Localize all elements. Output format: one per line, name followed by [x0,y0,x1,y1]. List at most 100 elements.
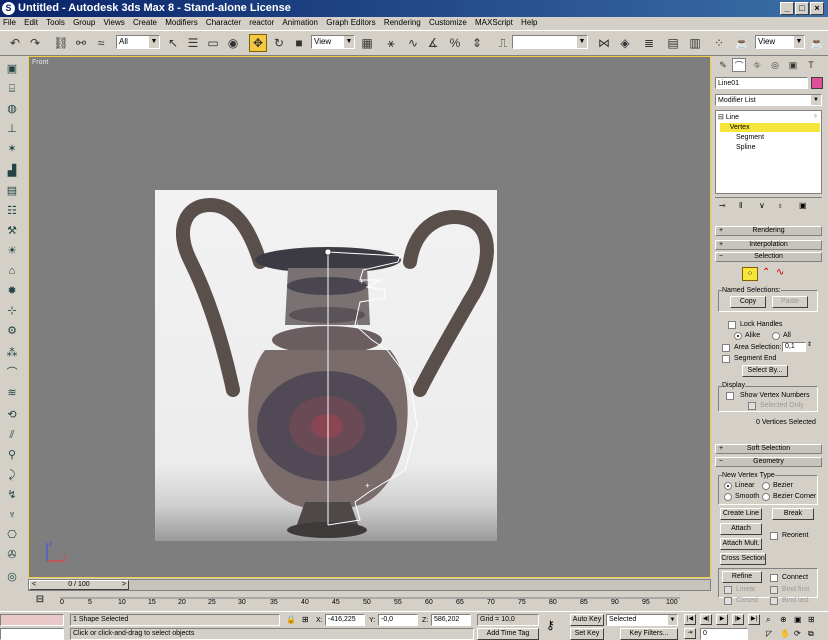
biped-icon[interactable]: ⚲ [3,447,21,463]
pin-stack-icon[interactable]: ⊸ [719,201,726,210]
menu-animation[interactable]: Animation [282,18,318,27]
time-slider[interactable]: < 0 / 100 > [29,580,129,590]
reference-coord-dropdown[interactable]: View ▼ [311,35,355,49]
spinner-icon[interactable]: ⇕ [807,341,812,350]
menu-create[interactable]: Create [133,18,157,27]
select-by-name-icon[interactable]: ☰ [184,34,202,52]
select-by-button[interactable]: Select By... [742,365,788,377]
rendering-rollout[interactable]: + Rendering [715,226,822,236]
percent-snap-icon[interactable]: % [446,34,464,52]
track-bar-menu-icon[interactable]: ⊟ [30,594,50,608]
segment-end-checkbox[interactable] [722,355,730,363]
teapot-icon[interactable]: ✶ [3,141,21,157]
menu-reactor[interactable]: reactor [249,18,274,27]
zoom-all-icon[interactable]: ⊕ [780,615,787,624]
flex-icon[interactable]: ↯ [3,487,21,503]
area-selection-value[interactable]: 0,1 [782,342,806,352]
alike-radio[interactable] [734,332,742,340]
select-and-manipulate-icon[interactable]: ⚹ [382,34,400,52]
box-icon[interactable]: ▣ [3,61,21,77]
front-viewport[interactable]: Front + + + + + z x [28,56,711,578]
named-selection-dropdown[interactable]: ▼ [512,35,588,49]
snap-toggle-icon[interactable]: ∿ [404,34,422,52]
select-and-move-icon[interactable]: ✥ [249,34,267,52]
lock-selection-icon[interactable]: 🔒 [286,615,296,624]
linear-checkbox[interactable] [724,586,732,594]
bezier-corner-radio[interactable] [762,493,770,501]
zoom-extents-icon[interactable]: ▣ [794,615,802,624]
sphere-icon[interactable]: ◍ [3,101,21,117]
bind-first-checkbox[interactable] [770,586,778,594]
select-and-rotate-icon[interactable]: ↻ [270,34,288,52]
field-of-view-icon[interactable]: ◸ [766,629,772,638]
track-bar[interactable]: 0 5 10 15 20 25 30 35 40 45 50 55 60 65 … [60,593,680,611]
zoom-extents-all-icon[interactable]: ⊞ [808,615,815,624]
maximize-button[interactable]: □ [795,2,809,15]
viewport-label[interactable]: Front [32,59,48,66]
selection-filter-dropdown[interactable]: All ▼ [116,35,160,49]
interpolation-rollout[interactable]: + Interpolation [715,240,822,250]
maximize-viewport-icon[interactable]: ⧉ [808,629,814,638]
menu-file[interactable]: File [3,18,16,27]
wave-icon[interactable]: ≋ [3,385,21,401]
hair-icon[interactable]: ♆ [3,507,21,523]
spinner-snap-icon[interactable]: ⇕ [468,34,486,52]
display-tab-icon[interactable]: ▣ [786,58,800,72]
menu-graph-editors[interactable]: Graph Editors [326,18,375,27]
align-icon[interactable]: ◈ [616,34,634,52]
stack-item-spline[interactable]: Spline [736,143,755,152]
angle-snap-icon[interactable]: ∡ [424,34,442,52]
time-slider-track[interactable]: < 0 / 100 > [28,579,711,591]
select-object-icon[interactable]: ↖ [164,34,182,52]
hierarchy-tab-icon[interactable]: ⛗ [750,58,764,72]
edit-named-selections-icon[interactable]: ⎍ [494,34,512,52]
bind-to-space-warp-icon[interactable]: ≈ [92,34,110,52]
create-line-button[interactable]: Create Line [720,508,762,520]
select-and-link-icon[interactable]: ⛓ [52,34,70,52]
soft-selection-rollout[interactable]: + Soft Selection [715,444,822,454]
curve-editor-icon[interactable]: ▤ [664,34,682,52]
zoom-icon[interactable]: ⌕ [766,615,770,624]
spline-level-icon[interactable]: ∿ [776,267,784,278]
utilities-tab-icon[interactable]: T [804,58,818,72]
motion-tab-icon[interactable]: ◎ [768,58,782,72]
menu-tools[interactable]: Tools [46,18,65,27]
all-radio[interactable] [772,332,780,340]
menu-maxscript[interactable]: MAXScript [475,18,513,27]
next-frame-icon[interactable]: |▶ [732,614,744,625]
modifier-list-dropdown[interactable]: Modifier List ▼ [715,94,822,106]
maxscript-mini-listener[interactable] [0,628,64,640]
smooth-radio[interactable] [724,493,732,501]
add-time-tag-button[interactable]: Add Time Tag [477,628,539,640]
bend-icon[interactable]: ⌒ [3,365,21,381]
render-view-dropdown[interactable]: View ▼ [755,35,805,49]
show-end-result-icon[interactable]: ‖ [739,201,742,210]
closed-checkbox[interactable] [724,597,732,605]
object-color-swatch[interactable] [811,77,823,89]
menu-group[interactable]: Group [73,18,95,27]
cloth-icon[interactable]: ⎔ [3,527,21,543]
z-coordinate-field[interactable]: 586,202 [431,614,471,626]
copy-button[interactable]: Copy [730,296,766,308]
unlink-icon[interactable]: ⚯ [72,34,90,52]
goto-start-icon[interactable]: |◀ [684,614,696,625]
render-scene-icon[interactable]: ☕ [733,34,751,52]
mirror-icon[interactable]: ⋈ [595,34,613,52]
remove-modifier-icon[interactable]: ♁ [777,201,783,210]
make-unique-icon[interactable]: ∨ [759,201,765,210]
undo-icon[interactable]: ↶ [6,34,24,52]
menu-views[interactable]: Views [104,18,125,27]
menu-customize[interactable]: Customize [429,18,467,27]
modify-tab-icon[interactable]: ⌒ [732,58,746,72]
chevron-right-icon[interactable]: > [122,581,126,589]
layers-icon[interactable]: ☷ [3,203,21,219]
pivot-center-icon[interactable]: ▦ [358,34,376,52]
rectangular-selection-icon[interactable]: ▭ [204,34,222,52]
stack-item-segment[interactable]: Segment [736,133,764,142]
render-icon[interactable]: ◎ [3,569,21,585]
menu-help[interactable]: Help [521,18,537,27]
app-icon[interactable]: S [2,2,15,15]
particles-icon[interactable]: ⁂ [3,345,21,361]
window-icon[interactable]: ▟ [3,163,21,179]
previous-frame-icon[interactable]: ◀| [700,614,712,625]
